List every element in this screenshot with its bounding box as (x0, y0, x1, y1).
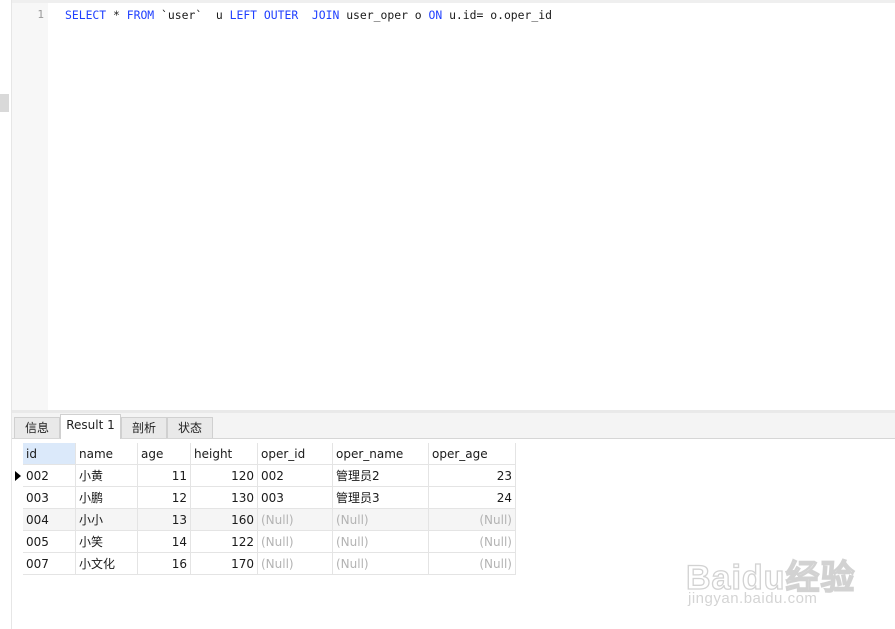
cell-id[interactable]: 005 (23, 531, 76, 553)
row-selector[interactable] (12, 487, 23, 509)
tab-result-1[interactable]: Result 1 (60, 414, 121, 439)
column-header-oper-name[interactable]: oper_name (333, 443, 429, 465)
line-number: 1 (37, 8, 44, 21)
column-header-age[interactable]: age (138, 443, 191, 465)
cell-oper-name[interactable]: (Null) (333, 553, 429, 575)
cell-oper-age[interactable]: 24 (429, 487, 516, 509)
cell-height[interactable]: 170 (191, 553, 258, 575)
cell-name[interactable]: 小文化 (76, 553, 138, 575)
cell-oper-id[interactable]: (Null) (258, 509, 333, 531)
cell-oper-id[interactable]: (Null) (258, 531, 333, 553)
cell-height[interactable]: 130 (191, 487, 258, 509)
cell-age[interactable]: 13 (138, 509, 191, 531)
cell-age[interactable]: 16 (138, 553, 191, 575)
baidu-jingyan-watermark: Baidu经验 jingyan.baidu.com (685, 536, 856, 612)
cell-oper-name[interactable]: 管理员2 (333, 465, 429, 487)
sql-editor[interactable]: 1 SELECT * FROM `user` u LEFT OUTER JOIN… (12, 0, 895, 413)
sql-keyword: SELECT (65, 8, 107, 22)
watermark-url: jingyan.baidu.com (688, 590, 818, 607)
cell-oper-id[interactable]: 003 (258, 487, 333, 509)
column-header-oper-id[interactable]: oper_id (258, 443, 333, 465)
cell-id[interactable]: 004 (23, 509, 76, 531)
panel-collapse-handle[interactable] (0, 94, 9, 112)
cell-height[interactable]: 160 (191, 509, 258, 531)
sql-text: `user` u (154, 8, 230, 22)
cell-id[interactable]: 003 (23, 487, 76, 509)
sql-text: u.id= o.oper_id (442, 8, 552, 22)
sql-keyword: JOIN (311, 8, 340, 22)
cell-oper-age[interactable]: (Null) (429, 531, 516, 553)
sql-query-line[interactable]: SELECT * FROM `user` u LEFT OUTER JOIN u… (65, 7, 552, 23)
line-number-gutter: 1 (12, 3, 48, 413)
left-edge-panel (0, 0, 12, 629)
cell-id[interactable]: 007 (23, 553, 76, 575)
cell-oper-id[interactable]: (Null) (258, 553, 333, 575)
cell-name[interactable]: 小鹏 (76, 487, 138, 509)
row-selector[interactable] (12, 465, 23, 487)
cell-age[interactable]: 11 (138, 465, 191, 487)
column-header-oper-age[interactable]: oper_age (429, 443, 516, 465)
cell-id[interactable]: 002 (23, 465, 76, 487)
row-selector[interactable] (12, 531, 23, 553)
cell-oper-id[interactable]: 002 (258, 465, 333, 487)
sql-keyword: ON (428, 8, 443, 22)
sql-text: user_oper o (339, 8, 429, 22)
tab-profile[interactable]: 剖析 (121, 417, 167, 438)
sql-text: * (106, 8, 127, 22)
cell-height[interactable]: 120 (191, 465, 258, 487)
cell-name[interactable]: 小笑 (76, 531, 138, 553)
current-row-arrow-icon (15, 471, 21, 481)
row-selector[interactable] (12, 509, 23, 531)
cell-name[interactable]: 小小 (76, 509, 138, 531)
cell-name[interactable]: 小黄 (76, 465, 138, 487)
cell-oper-age[interactable]: 23 (429, 465, 516, 487)
row-selector[interactable] (12, 553, 23, 575)
tab-info[interactable]: 信息 (14, 417, 60, 438)
cell-oper-age[interactable]: (Null) (429, 553, 516, 575)
cell-height[interactable]: 122 (191, 531, 258, 553)
cell-oper-name[interactable]: (Null) (333, 531, 429, 553)
sql-keyword: LEFT OUTER (229, 8, 299, 22)
cell-oper-name[interactable]: (Null) (333, 509, 429, 531)
result-tab-bar: 信息 Result 1 剖析 状态 (12, 413, 895, 439)
cell-oper-age[interactable]: (Null) (429, 509, 516, 531)
sql-keyword: FROM (126, 8, 155, 22)
cell-oper-name[interactable]: 管理员3 (333, 487, 429, 509)
tab-status[interactable]: 状态 (167, 417, 213, 438)
column-header-name[interactable]: name (76, 443, 138, 465)
cell-age[interactable]: 12 (138, 487, 191, 509)
column-header-id[interactable]: id (23, 443, 76, 465)
cell-age[interactable]: 14 (138, 531, 191, 553)
column-header-height[interactable]: height (191, 443, 258, 465)
